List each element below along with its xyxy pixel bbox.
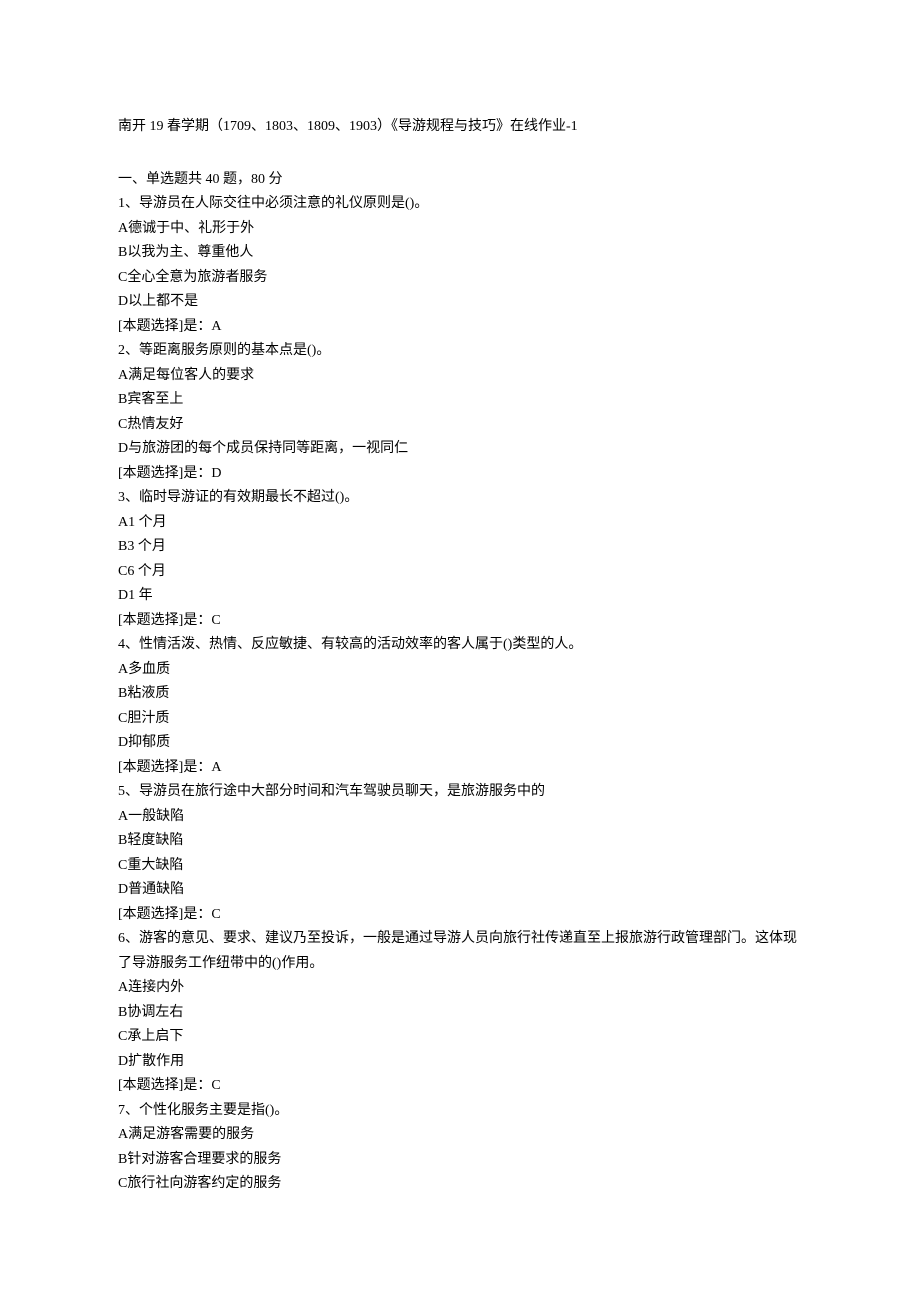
question-option: B针对游客合理要求的服务 [118, 1148, 802, 1173]
question-option: D以上都不是 [118, 290, 802, 315]
question-option: A满足游客需要的服务 [118, 1123, 802, 1148]
question-option: B3 个月 [118, 535, 802, 560]
question-option: A德诚于中、礼形于外 [118, 217, 802, 242]
question-option: C重大缺陷 [118, 854, 802, 879]
question-option: D抑郁质 [118, 731, 802, 756]
question-option: A满足每位客人的要求 [118, 364, 802, 389]
question-option: A多血质 [118, 658, 802, 683]
question-answer: [本题选择]是：A [118, 756, 802, 781]
question-option: D1 年 [118, 584, 802, 609]
question-option: C6 个月 [118, 560, 802, 585]
page-content: 南开 19 春学期（1709、1803、1809、1903）《导游规程与技巧》在… [0, 0, 920, 1302]
question-answer: [本题选择]是：A [118, 315, 802, 340]
question-stem: 7、个性化服务主要是指()。 [118, 1099, 802, 1124]
question-stem: 5、导游员在旅行途中大部分时间和汽车驾驶员聊天，是旅游服务中的 [118, 780, 802, 805]
question-option: A连接内外 [118, 976, 802, 1001]
question-option: A1 个月 [118, 511, 802, 536]
question-option: A一般缺陷 [118, 805, 802, 830]
document-title: 南开 19 春学期（1709、1803、1809、1903）《导游规程与技巧》在… [118, 115, 802, 140]
questions-container: 1、导游员在人际交往中必须注意的礼仪原则是()。A德诚于中、礼形于外B以我为主、… [118, 192, 802, 1197]
section-header: 一、单选题共 40 题，80 分 [118, 168, 802, 193]
question-answer: [本题选择]是：C [118, 1074, 802, 1099]
question-option: B宾客至上 [118, 388, 802, 413]
question-stem: 1、导游员在人际交往中必须注意的礼仪原则是()。 [118, 192, 802, 217]
question-stem: 3、临时导游证的有效期最长不超过()。 [118, 486, 802, 511]
question-option: D普通缺陷 [118, 878, 802, 903]
question-option: C承上启下 [118, 1025, 802, 1050]
question-answer: [本题选择]是：D [118, 462, 802, 487]
question-option: D与旅游团的每个成员保持同等距离，一视同仁 [118, 437, 802, 462]
question-option: C旅行社向游客约定的服务 [118, 1172, 802, 1197]
question-option: D扩散作用 [118, 1050, 802, 1075]
question-stem: 4、性情活泼、热情、反应敏捷、有较高的活动效率的客人属于()类型的人。 [118, 633, 802, 658]
question-stem: 2、等距离服务原则的基本点是()。 [118, 339, 802, 364]
question-answer: [本题选择]是：C [118, 609, 802, 634]
question-option: B粘液质 [118, 682, 802, 707]
question-option: C全心全意为旅游者服务 [118, 266, 802, 291]
question-stem: 6、游客的意见、要求、建议乃至投诉，一般是通过导游人员向旅行社传递直至上报旅游行… [118, 927, 802, 976]
question-answer: [本题选择]是：C [118, 903, 802, 928]
question-option: C热情友好 [118, 413, 802, 438]
question-option: B协调左右 [118, 1001, 802, 1026]
question-option: B轻度缺陷 [118, 829, 802, 854]
question-option: B以我为主、尊重他人 [118, 241, 802, 266]
question-option: C胆汁质 [118, 707, 802, 732]
